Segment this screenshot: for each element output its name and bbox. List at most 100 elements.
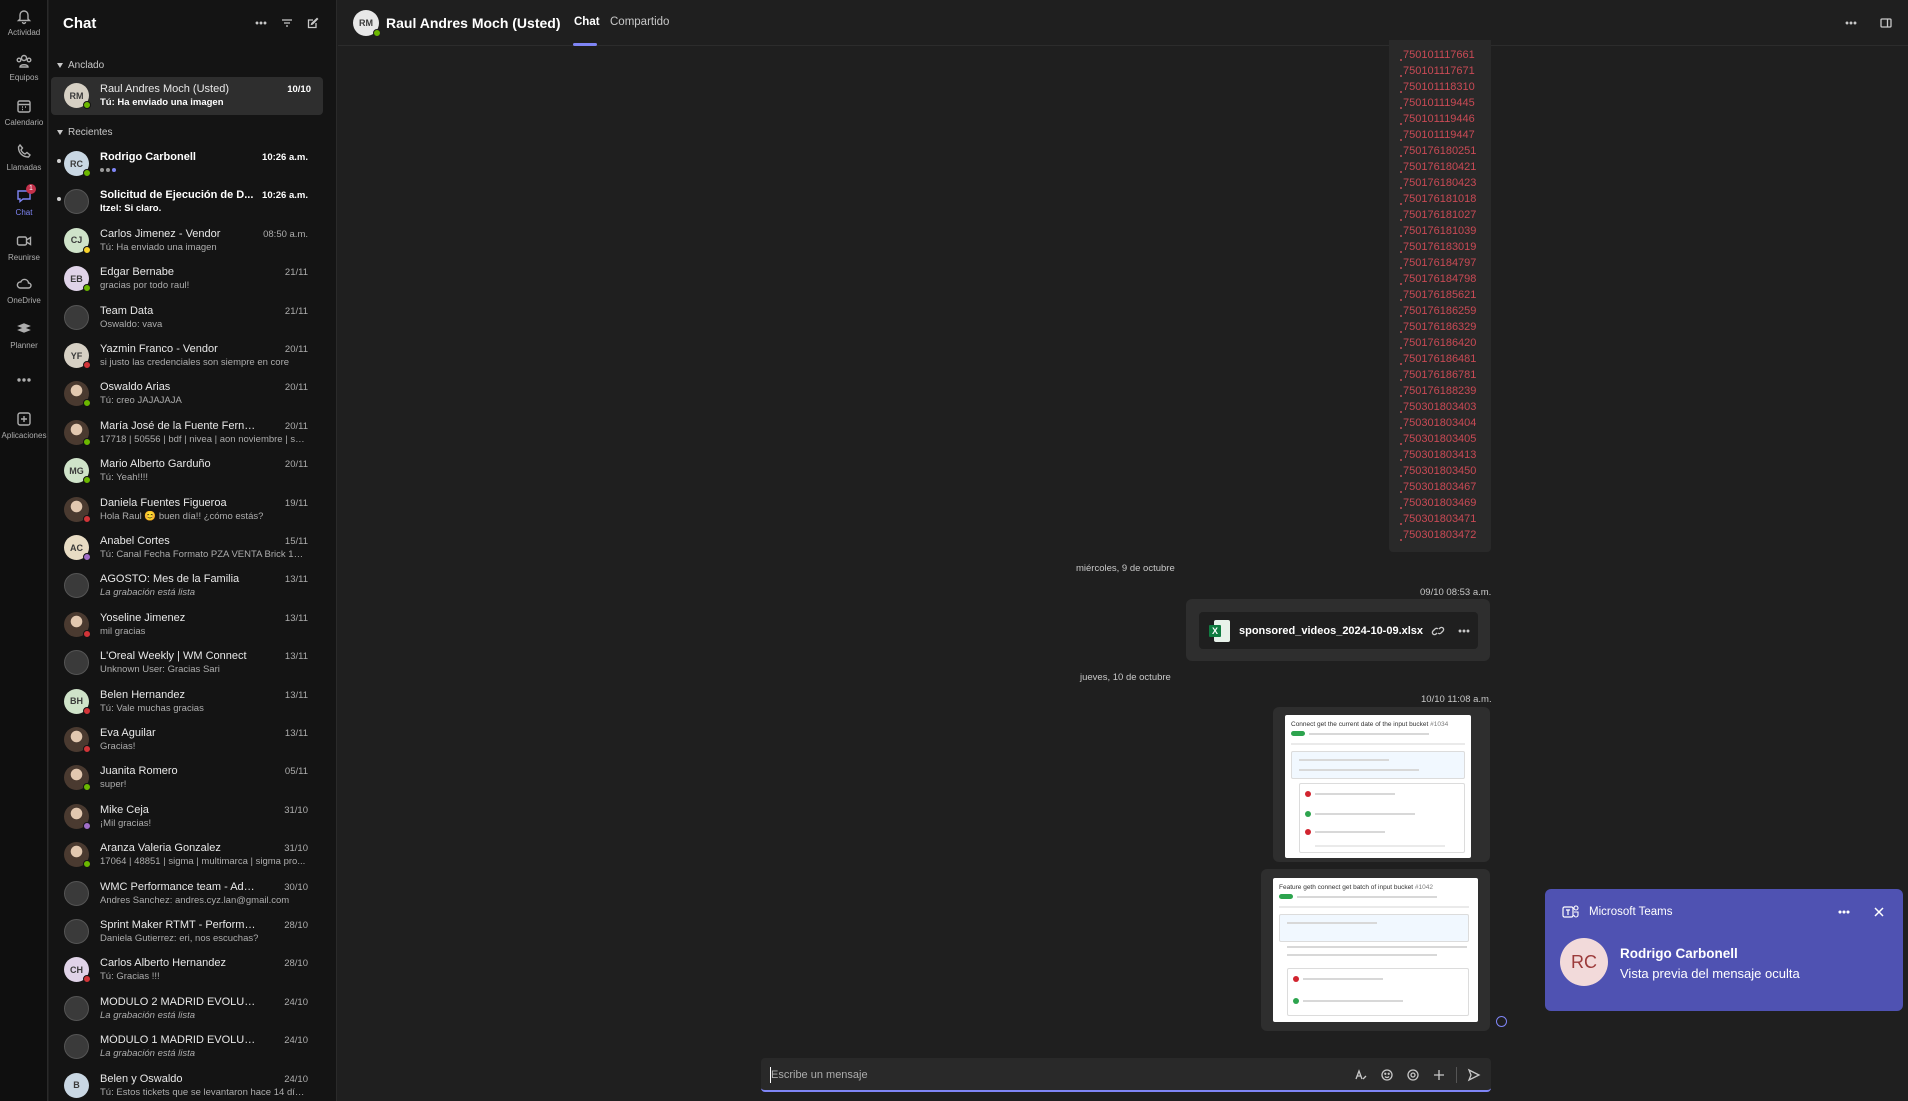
rail-apps[interactable]: Aplicaciones — [0, 403, 48, 447]
chat-list-item[interactable]: Solicitud de Ejecución de D... 10:26 a.m.… — [49, 183, 336, 221]
more-icon — [255, 21, 267, 25]
file-more-button[interactable] — [1457, 624, 1471, 638]
more-options-button[interactable] — [248, 12, 274, 34]
chat-list-item[interactable]: MÓDULO 1 MADRID EVOLUTION ... 24/10 La gra… — [49, 1028, 336, 1066]
message-bubble-file[interactable]: X sponsored_videos_2024-10-09.xlsx — [1186, 599, 1490, 661]
chat-name: WMC Performance team - Adverti... — [100, 880, 260, 893]
chat-list-item[interactable]: B Belen y Oswaldo 24/10 Tú: Estos tickets q… — [49, 1067, 336, 1101]
chat-list-item[interactable]: María José de la Fuente Fernández 20/11 17… — [49, 414, 336, 452]
conversation-header: RM Raul Andres Moch (Usted) Chat Compart… — [338, 0, 1908, 46]
presence-indicator — [83, 553, 91, 561]
chat-time: 24/10 — [284, 996, 308, 1008]
avatar-initials: EB — [70, 273, 83, 284]
message-bubble-image[interactable]: Feature geth connect get batch of input … — [1261, 869, 1490, 1031]
chat-list-item[interactable]: Eva Aguilar 13/11 Gracias! — [49, 721, 336, 759]
chat-list-item[interactable]: CH Carlos Alberto Hernandez 28/10 Tú: Graci… — [49, 951, 336, 989]
chat-list-item[interactable]: Mike Ceja 31/10 ¡Mil gracias! — [49, 798, 336, 836]
recent-section-toggle[interactable]: Recientes — [57, 127, 112, 138]
pinned-section-toggle[interactable]: Anclado — [57, 60, 104, 71]
rail-teams[interactable]: Equipos — [0, 45, 48, 89]
chat-list-item[interactable]: Sprint Maker RTMT - Performance 28/10 Dani… — [49, 913, 336, 951]
chat-time: 13/11 — [284, 651, 308, 663]
chat-list-item[interactable]: CJ Carlos Jimenez - Vendor 08:50 a.m. Tú: H… — [49, 222, 336, 260]
presence-indicator — [83, 245, 91, 254]
chat-preview: Tú: Estos tickets que se levantaron hace… — [100, 1086, 308, 1098]
chat-list-item[interactable]: L'Oreal Weekly | WM Connect 13/11 Unknown … — [49, 644, 336, 682]
rail-activity[interactable]: Actividad — [0, 0, 48, 44]
chat-list-item[interactable]: Daniela Fuentes Figueroa 19/11 Hola Raul 😊… — [49, 491, 336, 529]
chat-list-item[interactable]: Yoseline Jimenez 13/11 mil gracias — [49, 606, 336, 644]
avatar[interactable]: RM — [353, 10, 381, 37]
tab-chat[interactable]: Chat — [574, 16, 600, 28]
conversation-more-button[interactable] — [1841, 14, 1861, 32]
rail-label: Reunirse — [7, 253, 40, 262]
chevron-down-icon — [57, 63, 63, 68]
emoji-button[interactable] — [1378, 1066, 1396, 1084]
rail-label: OneDrive — [7, 296, 41, 305]
muted-group-icon — [64, 189, 89, 215]
chat-list-item[interactable]: AC Anabel Cortes 15/11 Tú: Canal Fecha Form… — [49, 529, 336, 567]
chat-list-item[interactable]: AGOSTO: Mes de la Familia 13/11 La grabaci… — [49, 567, 336, 605]
side-panel-button[interactable] — [1876, 14, 1896, 32]
rail-label: Aplicaciones — [1, 431, 47, 440]
notification-toast[interactable]: Microsoft Teams RC Rodrigo Carbonell Vis… — [1545, 889, 1903, 1011]
chat-list-item[interactable]: MG Mario Alberto Garduño 20/11 Tú: Yeah!!!! — [49, 452, 336, 490]
chat-list-item[interactable]: MODULO 2 MADRID EVOLUTION 24/10 La grabaci… — [49, 990, 336, 1028]
new-chat-button[interactable] — [300, 12, 326, 34]
loop-button[interactable] — [1404, 1066, 1422, 1084]
link-icon[interactable] — [1431, 624, 1445, 638]
screenshot-image[interactable]: Connect get the current date of the inpu… — [1285, 715, 1471, 858]
chat-time: 20/11 — [284, 382, 308, 394]
attach-button[interactable] — [1430, 1066, 1448, 1084]
avatar-initials: MG — [69, 465, 84, 476]
rail-calendar[interactable]: Calendario — [0, 90, 48, 134]
rail-meet[interactable]: Reunirse — [0, 225, 48, 269]
chat-preview: 17064 | 48851 | sigma | multimarca | sig… — [100, 856, 306, 868]
screenshot-image[interactable]: Feature geth connect get batch of input … — [1273, 878, 1478, 1022]
chat-preview: Gracias! — [100, 741, 136, 752]
rail-onedrive[interactable]: OneDrive — [0, 268, 48, 312]
chat-preview: La grabación está lista — [100, 587, 196, 599]
file-attachment[interactable]: X sponsored_videos_2024-10-09.xlsx — [1199, 612, 1478, 649]
rail-more[interactable] — [0, 358, 48, 402]
chat-time: 31/10 — [284, 843, 308, 855]
rail-label: Calendario — [4, 118, 44, 127]
chat-preview: Tú: Canal Fecha Formato PZA VENTA Brick … — [100, 549, 308, 560]
chat-list-item[interactable]: BH Belen Hernandez 13/11 Tú: Vale muchas gr… — [49, 683, 336, 721]
format-button[interactable] — [1352, 1066, 1370, 1084]
rail-chat[interactable]: 1 Chat — [0, 180, 48, 224]
chat-time: 08:50 a.m. — [263, 228, 308, 240]
chat-list-item[interactable]: WMC Performance team - Adverti... 30/10 An… — [49, 875, 336, 913]
number-list-item: 750101119447 — [1400, 129, 1491, 145]
toast-more-button[interactable] — [1835, 903, 1853, 921]
avatar — [64, 842, 91, 869]
number-list-item: 750176188239 — [1400, 385, 1491, 401]
number-list-item: 750176180423 — [1400, 177, 1491, 193]
rail-label: Actividad — [7, 28, 41, 37]
chat-list-item[interactable]: YF Yazmin Franco - Vendor 20/11 si justo la… — [49, 337, 336, 375]
chat-list-item[interactable]: RM Raul Andres Moch (Usted) 10/10 Tú: Ha en… — [51, 77, 323, 115]
filter-button[interactable] — [274, 12, 300, 34]
avatar: AC — [64, 535, 91, 561]
toast-close-button[interactable] — [1870, 903, 1888, 921]
rail-calls[interactable]: Llamadas — [0, 135, 48, 179]
rail-planner[interactable]: Planner — [0, 313, 48, 357]
chat-preview: Tú: Ha enviado una imagen — [100, 97, 224, 108]
chat-list-item[interactable]: RC Rodrigo Carbonell 10:26 a.m. — [49, 145, 336, 183]
chat-list-item[interactable]: EB Edgar Bernabe 21/11 gracias por todo rau… — [49, 260, 336, 298]
tab-shared[interactable]: Compartido — [610, 16, 669, 28]
message-bubble-numbers[interactable]: 750101117661 750101117671 750101118310 7501… — [1389, 40, 1491, 552]
emoji-icon — [1381, 1069, 1393, 1081]
message-bubble-image[interactable]: Connect get the current date of the inpu… — [1273, 707, 1490, 862]
chat-list-item[interactable]: Team Data 21/11 Oswaldo: vava — [49, 299, 336, 337]
avatar-initials: CJ — [70, 235, 83, 246]
number-list-item: 750176186420 — [1400, 337, 1491, 353]
message-composer[interactable]: Escribe un mensaje — [761, 1058, 1491, 1092]
chat-list-item[interactable]: Aranza Valeria Gonzalez 31/10 17064 | 4885… — [49, 836, 336, 874]
chat-list-item[interactable]: Juanita Romero 05/11 super! — [49, 759, 336, 797]
chat-preview: Andres Sanchez: andres.cyz.lan@gmail.com — [100, 894, 290, 906]
send-button[interactable] — [1465, 1066, 1483, 1084]
date-separator: miércoles, 9 de octubre — [1076, 563, 1175, 574]
avatar: YF — [64, 343, 91, 369]
chat-list-item[interactable]: Oswaldo Arias 20/11 Tú: creo JAJAJAJA — [49, 375, 336, 413]
